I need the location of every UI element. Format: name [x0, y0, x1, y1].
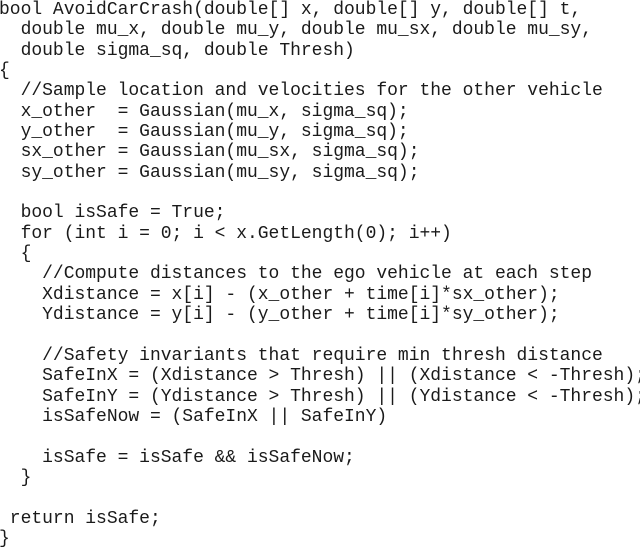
code-line-open-brace: {: [0, 61, 10, 82]
code-line-is-safe-init: bool isSafe = True;: [0, 203, 226, 224]
code-line-return: return isSafe;: [0, 508, 161, 529]
code-line-parameters-sigma-thresh: double sigma_sq, double Thresh): [0, 40, 355, 61]
code-line-loop-close-brace: }: [0, 467, 32, 488]
code-line-y-other: y_other = Gaussian(mu_y, sigma_sq);: [0, 122, 409, 143]
code-line-x-other: x_other = Gaussian(mu_x, sigma_sq);: [0, 101, 409, 122]
code-line-comment-sample: //Sample location and velocities for the…: [0, 81, 603, 102]
code-line-parameters-mu: double mu_x, double mu_y, double mu_sx, …: [0, 20, 592, 41]
code-line-comment-safety: //Safety invariants that require min thr…: [0, 345, 603, 366]
code-line-is-safe-now: isSafeNow = (SafeInX || SafeInY): [0, 406, 388, 427]
code-line-for-loop: for (int i = 0; i < x.GetLength(0); i++): [0, 223, 452, 244]
code-line-safe-in-x: SafeInX = (Xdistance > Thresh) || (Xdist…: [0, 366, 640, 387]
code-line-ydistance: Ydistance = y[i] - (y_other + time[i]*sy…: [0, 305, 560, 326]
code-line-loop-open-brace: {: [0, 244, 32, 265]
code-line-is-safe-update: isSafe = isSafe && isSafeNow;: [0, 447, 355, 468]
code-line-comment-compute: //Compute distances to the ego vehicle a…: [0, 264, 592, 285]
code-line-sy-other: sy_other = Gaussian(mu_sy, sigma_sq);: [0, 162, 420, 183]
code-line-xdistance: Xdistance = x[i] - (x_other + time[i]*sx…: [0, 284, 560, 305]
code-line-sx-other: sx_other = Gaussian(mu_sx, sigma_sq);: [0, 142, 420, 163]
code-line-function-signature: bool AvoidCarCrash(double[] x, double[] …: [0, 0, 582, 20]
code-line-safe-in-y: SafeInY = (Ydistance > Thresh) || (Ydist…: [0, 386, 640, 407]
code-listing: bool AvoidCarCrash(double[] x, double[] …: [0, 0, 640, 549]
